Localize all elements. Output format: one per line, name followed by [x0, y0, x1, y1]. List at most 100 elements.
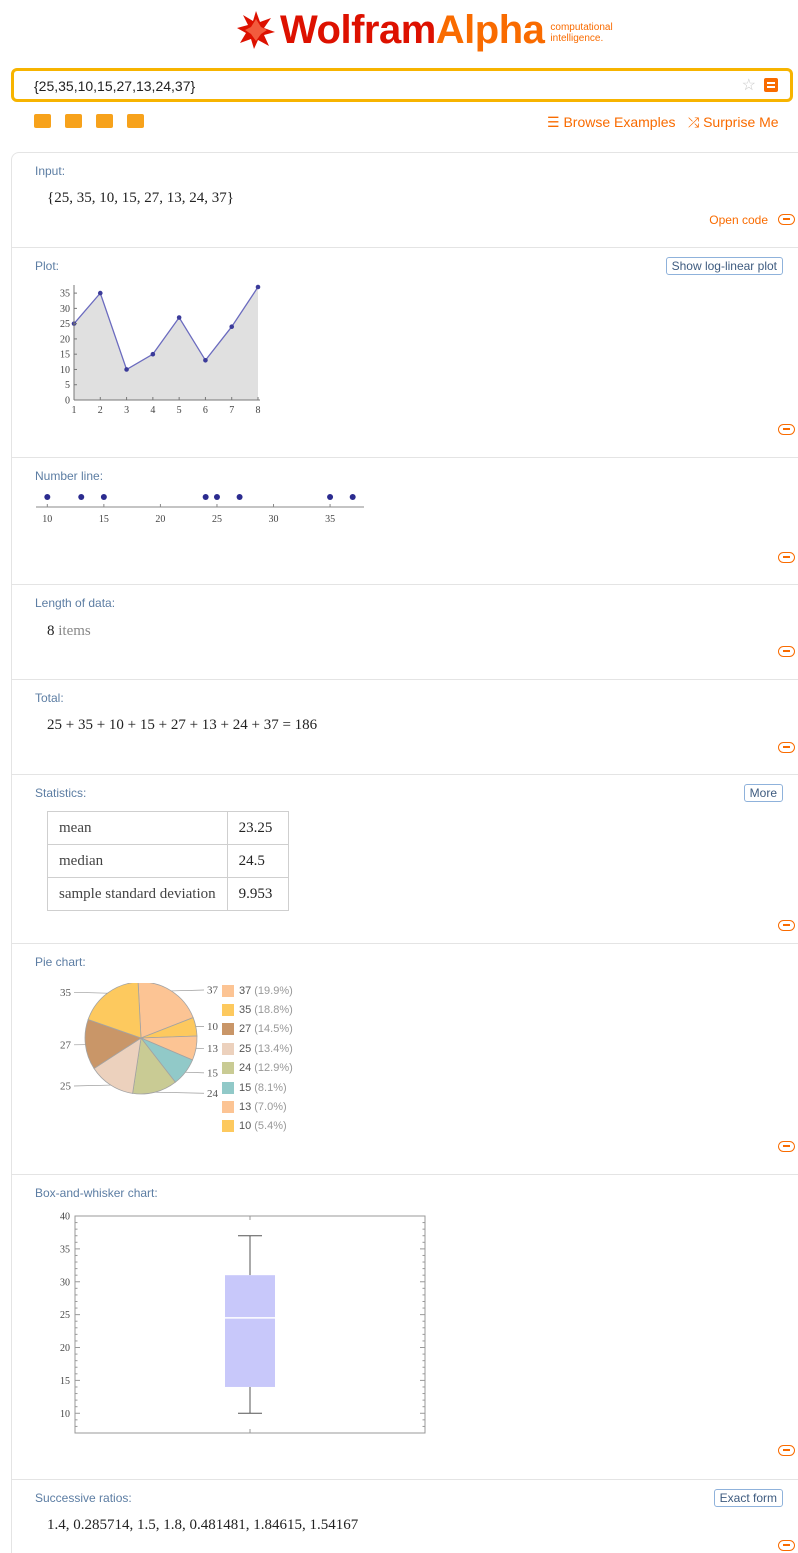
y-tick-label: 15: [60, 350, 70, 361]
pie-slice-label: 37: [207, 984, 219, 996]
surprise-me-link[interactable]: ⤮ Surprise Me: [688, 114, 779, 131]
x-tick-label: 30: [269, 514, 279, 525]
cloud-icon[interactable]: [778, 1141, 795, 1152]
legend-percent: (18.8%): [254, 1004, 293, 1016]
cloud-icon[interactable]: [778, 1540, 795, 1551]
y-tick-label: 10: [60, 365, 70, 376]
total-expression: 25 + 35 + 10 + 15 + 27 + 13 + 24 + 37 = …: [47, 717, 317, 734]
legend-swatch: [222, 1062, 234, 1074]
stat-label: mean: [48, 812, 228, 845]
browse-examples-link[interactable]: ☰ Browse Examples: [547, 114, 676, 131]
stat-value: 23.25: [227, 812, 288, 845]
search-input[interactable]: [34, 76, 714, 96]
cloud-icon[interactable]: [778, 1445, 795, 1456]
pie-slice-label: 10: [207, 1021, 219, 1033]
pod-title: Statistics:: [35, 786, 86, 800]
successive-ratios-pod: Successive ratios: Exact form 1.4, 0.285…: [12, 1479, 798, 1551]
legend-item: 27(14.5%): [222, 1020, 293, 1039]
pie-slice-label: 24: [207, 1088, 219, 1100]
pie-slice-label: 35: [60, 987, 72, 999]
length-pod: Length of data: 8 items: [12, 584, 798, 680]
legend-item: 15(8.1%): [222, 1078, 293, 1097]
plot-pod: Plot: Show log-linear plot 0510152025303…: [12, 247, 798, 458]
legend-percent: (12.9%): [254, 1062, 293, 1074]
plot-point: [151, 352, 156, 357]
x-tick-label: 35: [325, 514, 335, 525]
cloud-icon[interactable]: [778, 920, 795, 931]
keyboard-icon[interactable]: [34, 114, 51, 128]
box-whisker-pod: Box-and-whisker chart: 10152025303540: [12, 1174, 798, 1480]
x-tick-label: 7: [229, 405, 234, 416]
pie-leader-line: [171, 990, 204, 991]
legend-percent: (14.5%): [254, 1023, 293, 1035]
wolfram-alpha-logo[interactable]: WolframAlpha computational intelligence.: [0, 6, 798, 54]
log-linear-plot-button[interactable]: Show log-linear plot: [666, 257, 783, 275]
x-tick-label: 25: [212, 514, 222, 525]
y-tick-label: 25: [60, 319, 70, 330]
y-tick-label: 30: [60, 304, 70, 315]
cloud-icon[interactable]: [778, 742, 795, 753]
legend-swatch: [222, 1023, 234, 1035]
legend-label: 15: [239, 1082, 251, 1094]
x-tick-label: 5: [177, 405, 182, 416]
legend-percent: (13.4%): [254, 1043, 293, 1055]
plot-point: [177, 315, 182, 320]
x-tick-label: 10: [42, 514, 52, 525]
plot-point: [98, 291, 103, 296]
pie-slice-label: 27: [60, 1039, 72, 1051]
legend-percent: (8.1%): [254, 1082, 286, 1094]
spikey-icon: [236, 10, 276, 50]
legend-item: 13(7.0%): [222, 1097, 293, 1116]
pod-title: Box-and-whisker chart:: [35, 1186, 158, 1200]
number-line-chart: 101520253035: [36, 485, 366, 535]
compute-button[interactable]: [764, 78, 778, 92]
number-line-point: [214, 494, 220, 500]
cloud-icon[interactable]: [778, 646, 795, 657]
y-tick-label: 35: [60, 289, 70, 300]
stat-label: median: [48, 845, 228, 878]
number-line-point: [237, 494, 243, 500]
input-pod: Input: {25, 35, 10, 15, 27, 13, 24, 37} …: [12, 152, 798, 248]
legend-swatch: [222, 985, 234, 997]
camera-icon[interactable]: [65, 114, 82, 128]
x-tick-label: 1: [72, 405, 77, 416]
pod-title: Input:: [35, 164, 65, 178]
item-unit: items: [58, 623, 91, 639]
number-line-point: [101, 494, 107, 500]
number-line-point: [44, 494, 50, 500]
cloud-icon[interactable]: [778, 214, 795, 225]
input-tools: [34, 114, 144, 128]
table-icon[interactable]: [96, 114, 113, 128]
pie-leader-line: [74, 1085, 111, 1086]
legend-swatch: [222, 1043, 234, 1055]
number-line-point: [350, 494, 356, 500]
cloud-icon[interactable]: [778, 552, 795, 563]
y-tick-label: 30: [60, 1277, 70, 1288]
exact-form-button[interactable]: Exact form: [714, 1489, 783, 1507]
table-row: median24.5: [48, 845, 289, 878]
cloud-icon[interactable]: [778, 424, 795, 435]
plot-fill-area: [74, 287, 258, 400]
ratios-text: 1.4, 0.285714, 1.5, 1.8, 0.481481, 1.846…: [47, 1517, 358, 1534]
legend-label: 27: [239, 1023, 251, 1035]
item-count: 8: [47, 623, 55, 639]
legend-percent: (19.9%): [254, 985, 293, 997]
pod-title: Pie chart:: [35, 955, 86, 969]
x-tick-label: 2: [98, 405, 103, 416]
iqr-box: [225, 1275, 275, 1387]
extension-icon[interactable]: [127, 114, 144, 128]
table-row: mean23.25: [48, 812, 289, 845]
stat-label: sample standard deviation: [48, 878, 228, 911]
statistics-pod: Statistics: More mean23.25 median24.5 sa…: [12, 774, 798, 944]
open-code-link[interactable]: Open code: [709, 213, 768, 227]
more-button[interactable]: More: [744, 784, 783, 802]
pod-title: Successive ratios:: [35, 1491, 132, 1505]
favorite-star-icon[interactable]: ☆: [742, 75, 756, 95]
total-pod: Total: 25 + 35 + 10 + 15 + 27 + 13 + 24 …: [12, 679, 798, 775]
x-tick-label: 15: [99, 514, 109, 525]
logo-tagline: computational intelligence.: [550, 22, 612, 44]
box-whisker-chart: 10152025303540: [30, 1206, 430, 1441]
statistics-table: mean23.25 median24.5 sample standard dev…: [47, 811, 289, 911]
search-box[interactable]: ☆: [11, 68, 793, 102]
stat-value: 24.5: [227, 845, 288, 878]
